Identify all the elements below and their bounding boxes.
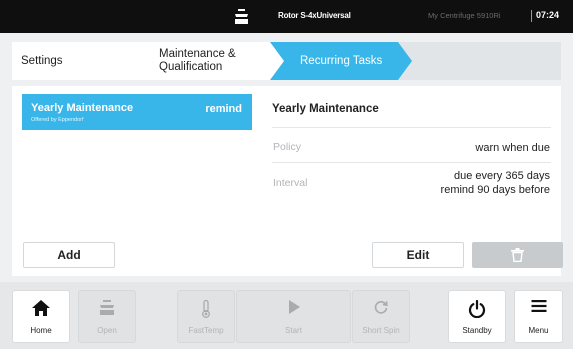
task-detail-panel: Yearly Maintenance Policy warn when due … bbox=[262, 86, 563, 276]
breadcrumb-label: Settings bbox=[21, 54, 63, 67]
interval-value: due every 365 days remind 90 days before bbox=[440, 170, 550, 196]
policy-value: warn when due bbox=[475, 142, 550, 154]
short-spin-button[interactable]: Short Spin bbox=[352, 290, 410, 343]
policy-label: Policy bbox=[273, 141, 302, 153]
standby-label: Standby bbox=[462, 326, 492, 335]
home-icon bbox=[32, 300, 50, 316]
rotor-name: Rotor S-4xUniversal bbox=[278, 11, 351, 20]
play-icon bbox=[288, 300, 300, 314]
edit-button[interactable]: Edit bbox=[372, 242, 464, 268]
bottom-nav: Home Open FastTemp Start Short Spin Stan… bbox=[0, 282, 573, 349]
breadcrumb-label: Maintenance & Qualification bbox=[159, 48, 236, 73]
breadcrumb-settings[interactable]: Settings bbox=[12, 42, 154, 80]
task-status: remind bbox=[205, 103, 242, 115]
status-bar: Rotor S-4xUniversal My Centrifuge 5910Ri… bbox=[0, 0, 573, 33]
home-button[interactable]: Home bbox=[12, 290, 70, 343]
device-name: My Centrifuge 5910Ri bbox=[428, 11, 501, 20]
rotor-icon bbox=[235, 9, 248, 24]
divider bbox=[272, 127, 551, 128]
refresh-icon bbox=[374, 301, 388, 314]
menu-label: Menu bbox=[528, 326, 549, 335]
trash-icon bbox=[511, 248, 524, 262]
thermometer-icon bbox=[202, 300, 210, 318]
task-list-panel: Yearly Maintenance Offered by Eppendorf … bbox=[12, 86, 262, 276]
power-icon bbox=[468, 300, 486, 318]
task-name: Yearly Maintenance bbox=[31, 102, 134, 114]
start-label: Start bbox=[285, 326, 302, 335]
status-divider bbox=[531, 10, 532, 22]
detail-title: Yearly Maintenance bbox=[272, 103, 379, 115]
start-button[interactable]: Start bbox=[236, 290, 351, 343]
open-label: Open bbox=[97, 326, 117, 335]
breadcrumb: Settings Maintenance & Qualification Rec… bbox=[12, 42, 561, 80]
breadcrumb-label: Recurring Tasks bbox=[300, 54, 383, 67]
standby-button[interactable]: Standby bbox=[448, 290, 506, 343]
task-item-yearly-maintenance[interactable]: Yearly Maintenance Offered by Eppendorf … bbox=[22, 94, 252, 130]
interval-label: Interval bbox=[273, 177, 308, 189]
breadcrumb-maintenance[interactable]: Maintenance & Qualification bbox=[140, 42, 285, 80]
short-spin-label: Short Spin bbox=[362, 326, 400, 335]
clock: 07:24 bbox=[536, 10, 560, 20]
delete-button[interactable] bbox=[472, 242, 563, 268]
breadcrumb-recurring-tasks[interactable]: Recurring Tasks bbox=[270, 42, 412, 80]
task-provider: Offered by Eppendorf bbox=[31, 117, 84, 123]
menu-icon bbox=[531, 300, 546, 312]
divider bbox=[272, 162, 551, 163]
fasttemp-label: FastTemp bbox=[188, 326, 224, 335]
open-button[interactable]: Open bbox=[78, 290, 136, 343]
fasttemp-button[interactable]: FastTemp bbox=[177, 290, 235, 343]
home-label: Home bbox=[30, 326, 52, 335]
open-lid-icon bbox=[100, 300, 114, 315]
menu-button[interactable]: Menu bbox=[514, 290, 563, 343]
add-button[interactable]: Add bbox=[23, 242, 115, 268]
